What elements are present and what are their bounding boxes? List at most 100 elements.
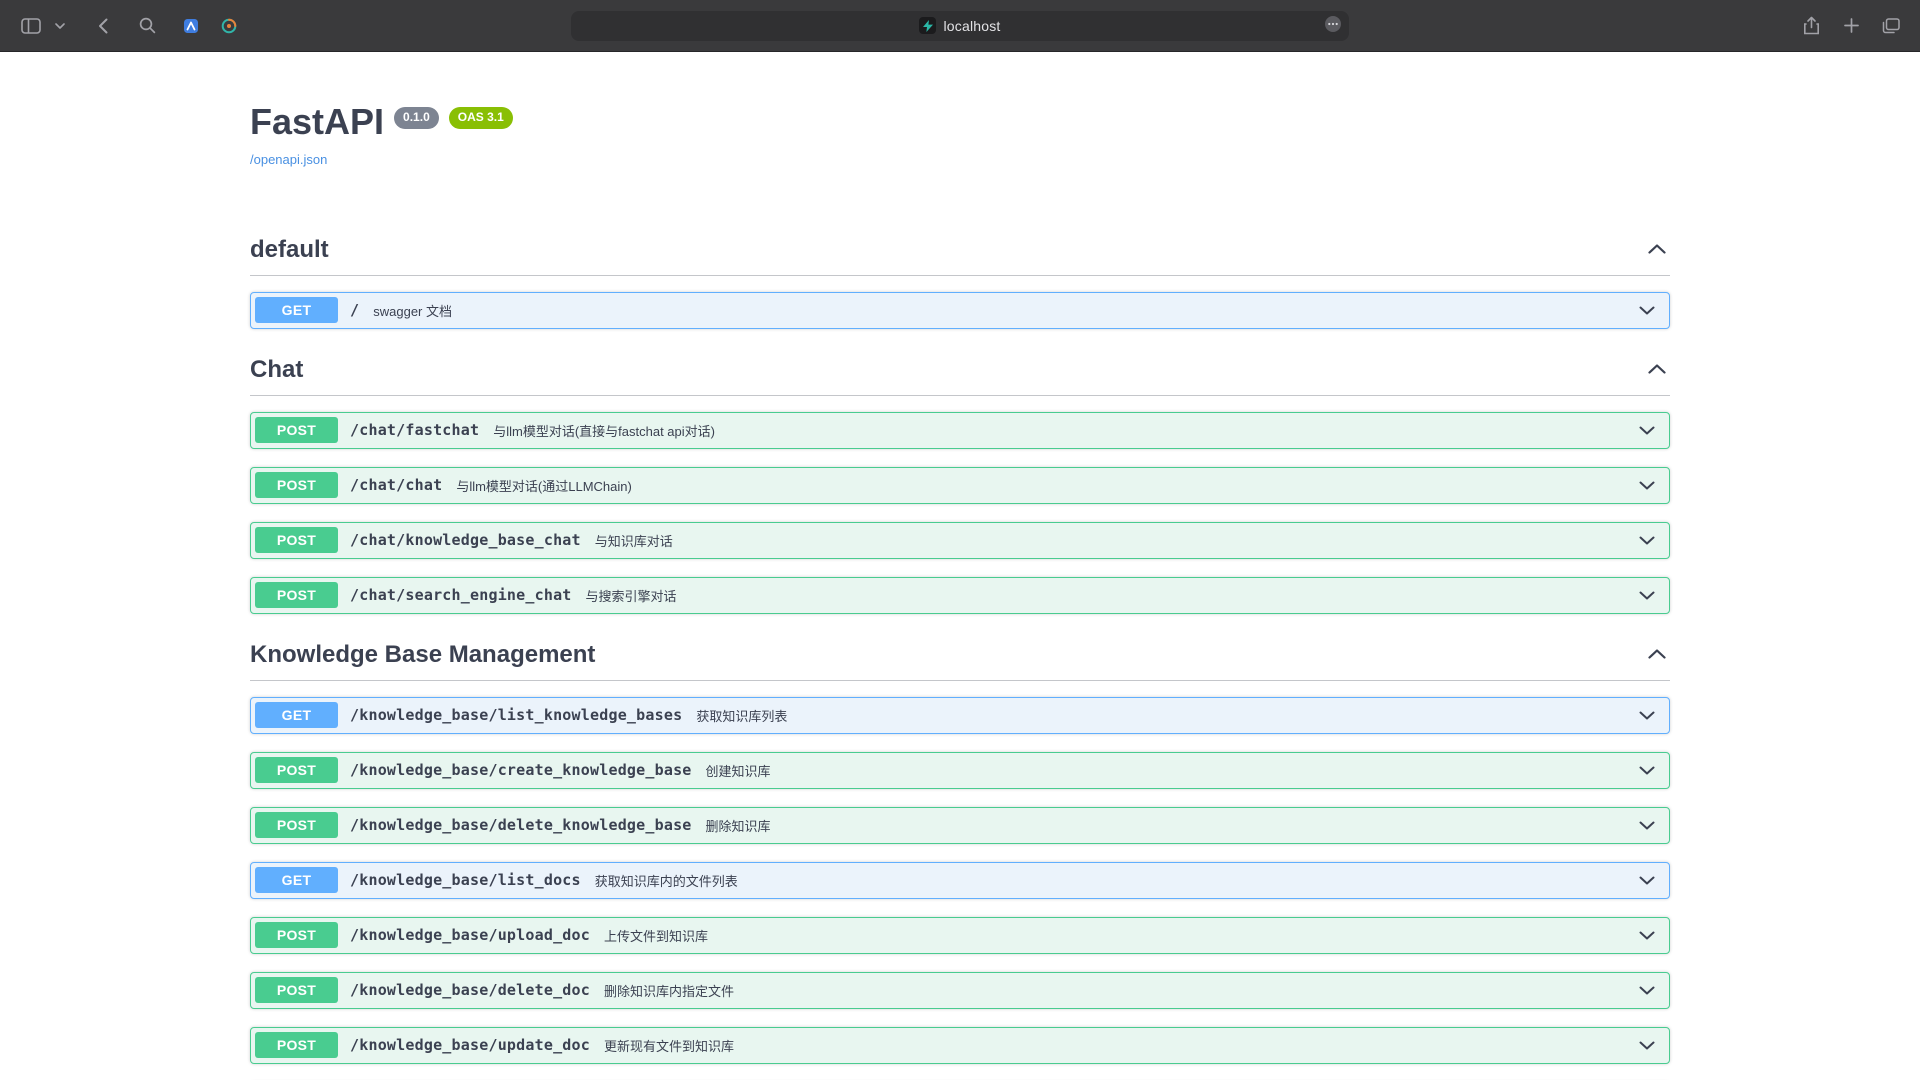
chevron-down-icon xyxy=(1639,423,1655,438)
chevron-down-icon xyxy=(55,23,65,29)
extension-blue-button[interactable] xyxy=(176,11,206,41)
tag-header[interactable]: Knowledge Base Management xyxy=(250,632,1670,681)
tab-overview-button[interactable] xyxy=(1876,11,1906,41)
method-badge: POST xyxy=(255,977,338,1003)
search-button[interactable] xyxy=(132,11,162,41)
endpoint-path: /knowledge_base/list_knowledge_bases xyxy=(350,706,682,724)
back-button[interactable] xyxy=(88,11,118,41)
endpoint-summary: 与llm模型对话(直接与fastchat api对话) xyxy=(493,421,715,440)
endpoint-summary: 更新现有文件到知识库 xyxy=(604,1036,734,1055)
expand-endpoint-button[interactable] xyxy=(1635,704,1659,727)
endpoint-row[interactable]: POST /knowledge_base/update_doc 更新现有文件到知… xyxy=(250,1027,1670,1064)
endpoint-row[interactable]: POST /knowledge_base/delete_doc 删除知识库内指定… xyxy=(250,972,1670,1009)
expand-endpoint-button[interactable] xyxy=(1635,419,1659,442)
chevron-down-icon xyxy=(1639,983,1655,998)
sidebar-options-button[interactable] xyxy=(52,11,68,41)
method-badge: POST xyxy=(255,757,338,783)
sidebar-toggle-button[interactable] xyxy=(16,11,46,41)
site-favicon-icon xyxy=(919,17,936,34)
expand-endpoint-button[interactable] xyxy=(1635,529,1659,552)
expand-endpoint-button[interactable] xyxy=(1635,474,1659,497)
endpoint-row[interactable]: GET / swagger 文档 xyxy=(250,292,1670,329)
expand-endpoint-button[interactable] xyxy=(1635,814,1659,837)
method-badge: GET xyxy=(255,702,338,728)
method-badge: GET xyxy=(255,297,338,323)
openapi-spec-link[interactable]: /openapi.json xyxy=(250,152,327,167)
endpoint-path: /knowledge_base/list_docs xyxy=(350,871,581,889)
endpoint-row[interactable]: POST /knowledge_base/create_knowledge_ba… xyxy=(250,752,1670,789)
api-tag-section: Knowledge Base Management GET /knowledge… xyxy=(250,632,1670,1080)
endpoint-path: /knowledge_base/delete_doc xyxy=(350,981,590,999)
tag-title: default xyxy=(250,236,329,264)
expand-endpoint-button[interactable] xyxy=(1635,299,1659,322)
method-badge: POST xyxy=(255,582,338,608)
extension-record-button[interactable] xyxy=(214,11,244,41)
chevron-up-icon xyxy=(1648,362,1666,377)
endpoint-row[interactable]: POST /chat/search_engine_chat 与搜索引擎对话 xyxy=(250,577,1670,614)
api-sections: default GET / swagger 文档 Chat xyxy=(250,227,1670,1080)
method-badge: POST xyxy=(255,812,338,838)
more-options-button[interactable] xyxy=(1323,16,1343,36)
chevron-down-icon xyxy=(1639,818,1655,833)
endpoint-path: /chat/search_engine_chat xyxy=(350,586,572,604)
share-icon xyxy=(1803,16,1820,35)
extension-record-icon xyxy=(221,18,237,34)
expand-endpoint-button[interactable] xyxy=(1635,759,1659,782)
tag-title: Knowledge Base Management xyxy=(250,641,595,669)
expand-endpoint-button[interactable] xyxy=(1635,1034,1659,1057)
method-badge: GET xyxy=(255,867,338,893)
address-bar[interactable]: localhost xyxy=(571,11,1349,41)
endpoint-path: /knowledge_base/upload_doc xyxy=(350,926,590,944)
endpoint-row[interactable]: POST /chat/fastchat 与llm模型对话(直接与fastchat… xyxy=(250,412,1670,449)
sidebar-toggle-icon xyxy=(21,18,41,34)
api-tag-section: default GET / swagger 文档 xyxy=(250,227,1670,329)
chevron-up-icon xyxy=(1648,647,1666,662)
endpoint-row[interactable]: POST /knowledge_base/upload_doc 上传文件到知识库 xyxy=(250,917,1670,954)
collapse-section-button[interactable] xyxy=(1644,358,1670,381)
browser-toolbar: localhost xyxy=(0,0,1920,52)
endpoint-path: /knowledge_base/update_doc xyxy=(350,1036,590,1054)
tab-overview-icon xyxy=(1882,18,1900,34)
endpoint-summary: 获取知识库内的文件列表 xyxy=(595,871,738,890)
method-badge: POST xyxy=(255,417,338,443)
endpoint-summary: 删除知识库内指定文件 xyxy=(604,981,734,1000)
endpoint-row[interactable]: POST /chat/chat 与llm模型对话(通过LLMChain) xyxy=(250,467,1670,504)
expand-endpoint-button[interactable] xyxy=(1635,979,1659,1002)
chevron-up-icon xyxy=(1648,242,1666,257)
chevron-down-icon xyxy=(1639,873,1655,888)
api-tag-section: Chat POST /chat/fastchat 与llm模型对话(直接与fas… xyxy=(250,347,1670,614)
collapse-section-button[interactable] xyxy=(1644,643,1670,666)
expand-endpoint-button[interactable] xyxy=(1635,584,1659,607)
new-tab-button[interactable] xyxy=(1836,11,1866,41)
endpoint-row[interactable]: GET /knowledge_base/list_knowledge_bases… xyxy=(250,697,1670,734)
search-icon xyxy=(139,17,156,34)
swagger-ui: FastAPI 0.1.0 OAS 3.1 /openapi.json defa… xyxy=(230,52,1690,1080)
endpoint-list: GET / swagger 文档 xyxy=(250,292,1670,329)
method-badge: POST xyxy=(255,1032,338,1058)
address-text: localhost xyxy=(943,18,1000,34)
endpoint-summary: 与llm模型对话(通过LLMChain) xyxy=(456,476,632,495)
endpoint-summary: swagger 文档 xyxy=(373,301,452,320)
method-badge: POST xyxy=(255,527,338,553)
endpoint-path: /knowledge_base/delete_knowledge_base xyxy=(350,816,692,834)
tag-header[interactable]: Chat xyxy=(250,347,1670,396)
chevron-down-icon xyxy=(1639,928,1655,943)
plus-icon xyxy=(1844,18,1859,33)
toolbar-right-cluster xyxy=(1796,0,1906,51)
version-badge: 0.1.0 xyxy=(394,107,439,129)
tag-header[interactable]: default xyxy=(250,227,1670,276)
chevron-down-icon xyxy=(1639,1038,1655,1053)
endpoint-summary: 删除知识库 xyxy=(706,816,771,835)
api-title-text: FastAPI xyxy=(250,102,384,142)
endpoint-row[interactable]: POST /chat/knowledge_base_chat 与知识库对话 xyxy=(250,522,1670,559)
collapse-section-button[interactable] xyxy=(1644,238,1670,261)
endpoint-row[interactable]: GET /knowledge_base/list_docs 获取知识库内的文件列… xyxy=(250,862,1670,899)
endpoint-list: GET /knowledge_base/list_knowledge_bases… xyxy=(250,697,1670,1080)
expand-endpoint-button[interactable] xyxy=(1635,869,1659,892)
endpoint-path: /chat/knowledge_base_chat xyxy=(350,531,581,549)
share-button[interactable] xyxy=(1796,11,1826,41)
expand-endpoint-button[interactable] xyxy=(1635,924,1659,947)
tag-title: Chat xyxy=(250,356,303,384)
page-title: FastAPI 0.1.0 OAS 3.1 xyxy=(250,102,1670,142)
endpoint-row[interactable]: POST /knowledge_base/delete_knowledge_ba… xyxy=(250,807,1670,844)
